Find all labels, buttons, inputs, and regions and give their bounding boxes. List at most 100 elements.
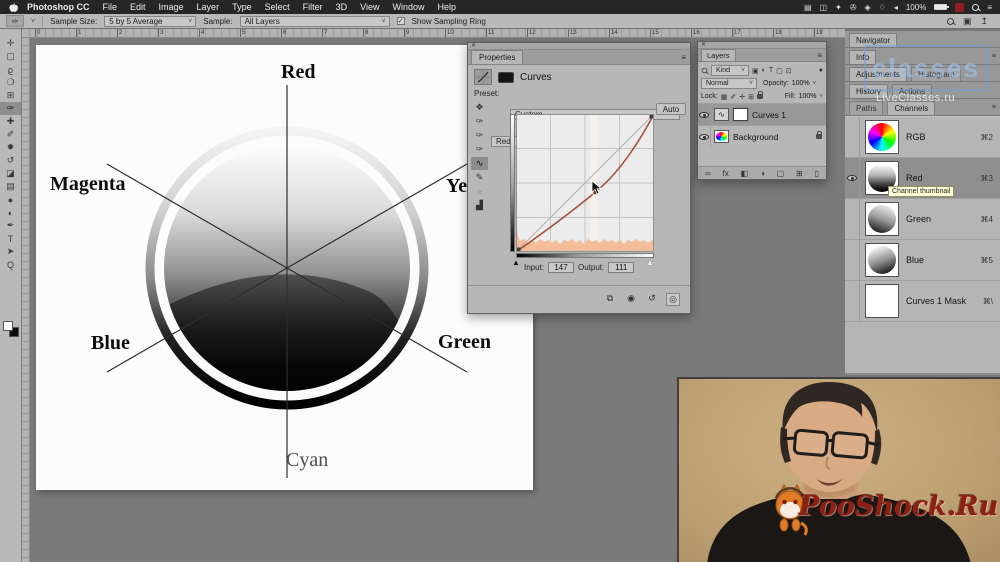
opacity-value[interactable]: 100% (792, 80, 810, 87)
clone-stamp-tool-icon[interactable]: ✹ (0, 141, 21, 154)
auto-button[interactable]: Auto (656, 103, 686, 115)
panel-menu-icon[interactable]: ≡ (992, 53, 996, 60)
layer-row-curves[interactable]: ∿ Curves 1 (698, 103, 826, 125)
menu-item[interactable]: Photoshop CC (27, 2, 90, 12)
filter-shape-layers-icon[interactable]: ▢ (776, 67, 783, 75)
sample-size-select[interactable]: 5 by 5 Average (104, 16, 196, 27)
move-tool-icon[interactable]: ✛ (0, 37, 21, 50)
new-layer-icon[interactable]: ⊞ (796, 169, 803, 178)
menu-item[interactable]: Filter (303, 2, 323, 12)
lock-position-icon[interactable]: ✛ (739, 93, 745, 101)
input-value-field[interactable]: 147 (548, 262, 574, 273)
blend-mode-select[interactable]: Normal (701, 78, 757, 89)
status-icon[interactable]: ✦ (835, 3, 842, 12)
eraser-tool-icon[interactable]: ◪ (0, 167, 21, 180)
status-icon[interactable]: ◈ (865, 3, 871, 12)
tab-layers[interactable]: Layers (701, 49, 736, 61)
black-point-slider[interactable]: ▲ (512, 259, 520, 267)
foreground-color-swatch[interactable] (3, 321, 13, 331)
show-sampling-ring-checkbox[interactable]: ✓ (397, 17, 405, 25)
status-icon[interactable]: ♢ (879, 3, 886, 12)
menu-item[interactable]: Type (232, 2, 252, 12)
type-tool-icon[interactable]: T (0, 232, 21, 245)
apple-logo-icon[interactable] (8, 2, 18, 13)
menu-item[interactable]: Edit (130, 2, 146, 12)
current-tool-eyedropper-icon[interactable]: ✑ (6, 15, 24, 27)
white-point-eyedropper-icon[interactable]: ✑ (471, 143, 488, 156)
channel-visibility-icon[interactable] (847, 175, 857, 181)
history-brush-tool-icon[interactable]: ↺ (0, 154, 21, 167)
status-icon[interactable]: ◫ (820, 3, 828, 12)
reset-adjustment-icon[interactable]: ↺ (645, 293, 659, 306)
channel-row[interactable]: Green ⌘4 (845, 199, 1000, 240)
status-icon[interactable]: ✇ (850, 3, 857, 12)
filter-type-layers-icon[interactable]: T (769, 67, 773, 75)
brush-tool-icon[interactable]: ✐ (0, 128, 21, 141)
filter-search-icon[interactable] (702, 68, 708, 74)
layer-name[interactable]: Background (733, 132, 816, 142)
menu-item[interactable]: Image (159, 2, 184, 12)
pen-tool-icon[interactable]: ✒ (0, 219, 21, 232)
tab-properties[interactable]: Properties (471, 50, 523, 64)
output-value-field[interactable]: 111 (608, 262, 634, 273)
layer-visibility-icon[interactable] (699, 112, 709, 118)
channel-thumbnail[interactable] (865, 202, 899, 236)
lock-all-icon[interactable] (757, 94, 763, 99)
search-icon[interactable] (947, 18, 954, 25)
crop-tool-icon[interactable]: ⊞ (0, 89, 21, 102)
quick-selection-tool-icon[interactable]: ❍ (0, 76, 21, 89)
app-badge-icon[interactable] (955, 3, 964, 12)
channel-row[interactable]: Curves 1 Mask ⌘\ (845, 281, 1000, 322)
panel-menu-icon[interactable]: ≡ (992, 104, 996, 111)
channel-thumbnail[interactable] (865, 120, 899, 154)
notification-center-icon[interactable]: ≡ (987, 3, 992, 12)
lock-paint-icon[interactable]: ✐ (730, 93, 736, 101)
menu-item[interactable]: Select (265, 2, 290, 12)
fill-value[interactable]: 100% (799, 93, 817, 100)
menu-item[interactable]: Layer (197, 2, 220, 12)
curves-graph[interactable] (516, 114, 654, 252)
gray-point-eyedropper-icon[interactable]: ✑ (471, 129, 488, 142)
menu-item[interactable]: Help (437, 2, 456, 12)
filter-toggle-icon[interactable]: ● (819, 67, 823, 74)
document-canvas[interactable]: Red Magenta Yellow Blue Green Cyan (36, 45, 533, 490)
layer-visibility-icon[interactable] (699, 134, 709, 140)
close-icon[interactable]: ✕ (701, 42, 706, 49)
filter-kind-select[interactable]: Kind (711, 65, 749, 76)
layer-row-background[interactable]: Background (698, 125, 826, 147)
edit-points-icon[interactable]: ∿ (471, 157, 488, 170)
delete-layer-icon[interactable]: ▯ (815, 169, 819, 178)
black-point-eyedropper-icon[interactable]: ✑ (471, 115, 488, 128)
curves-layer-thumbnail[interactable]: ∿ (714, 108, 729, 121)
add-mask-icon[interactable]: ◧ (741, 169, 749, 178)
clip-to-layer-icon[interactable]: ⧉ (603, 293, 617, 306)
tool-preset-arrow-icon[interactable]: ˅ (31, 18, 35, 25)
new-group-icon[interactable]: ▢ (777, 169, 785, 178)
spotlight-icon[interactable] (972, 4, 979, 11)
blur-tool-icon[interactable]: ● (0, 193, 21, 206)
panel-menu-icon[interactable]: ≡ (681, 53, 686, 62)
gradient-tool-icon[interactable]: ▤ (0, 180, 21, 193)
healing-brush-tool-icon[interactable]: ✚ (0, 115, 21, 128)
targeted-adjustment-icon[interactable]: ❖ (471, 101, 488, 114)
smooth-curve-icon[interactable]: ≈ (471, 185, 488, 198)
layer-style-icon[interactable]: fx (723, 169, 729, 178)
marquee-tool-icon[interactable]: ▢ (0, 50, 21, 63)
color-swatches[interactable] (3, 321, 20, 338)
lock-transparency-icon[interactable]: ▦ (721, 93, 728, 101)
opacity-arrow-icon[interactable]: ˅ (813, 81, 817, 87)
channel-row[interactable]: Blue ⌘5 (845, 240, 1000, 281)
close-icon[interactable]: ✕ (471, 43, 476, 50)
link-layers-icon[interactable]: ∞ (705, 169, 711, 178)
channel-row[interactable]: RGB ⌘2 (845, 117, 1000, 158)
menu-item[interactable]: View (360, 2, 379, 12)
workspace-icon[interactable]: ▣ (963, 16, 972, 27)
sample-select[interactable]: All Layers (240, 16, 390, 27)
channel-thumbnail[interactable] (865, 284, 899, 318)
new-adjustment-layer-icon[interactable]: ◑ (760, 169, 765, 178)
eyedropper-tool-icon[interactable]: ✑ (0, 102, 21, 115)
dodge-tool-icon[interactable]: ◐ (0, 206, 21, 219)
menu-item[interactable]: File (103, 2, 118, 12)
zoom-tool-icon[interactable]: Q (0, 258, 21, 271)
toggle-visibility-icon[interactable]: ◎ (666, 293, 680, 306)
